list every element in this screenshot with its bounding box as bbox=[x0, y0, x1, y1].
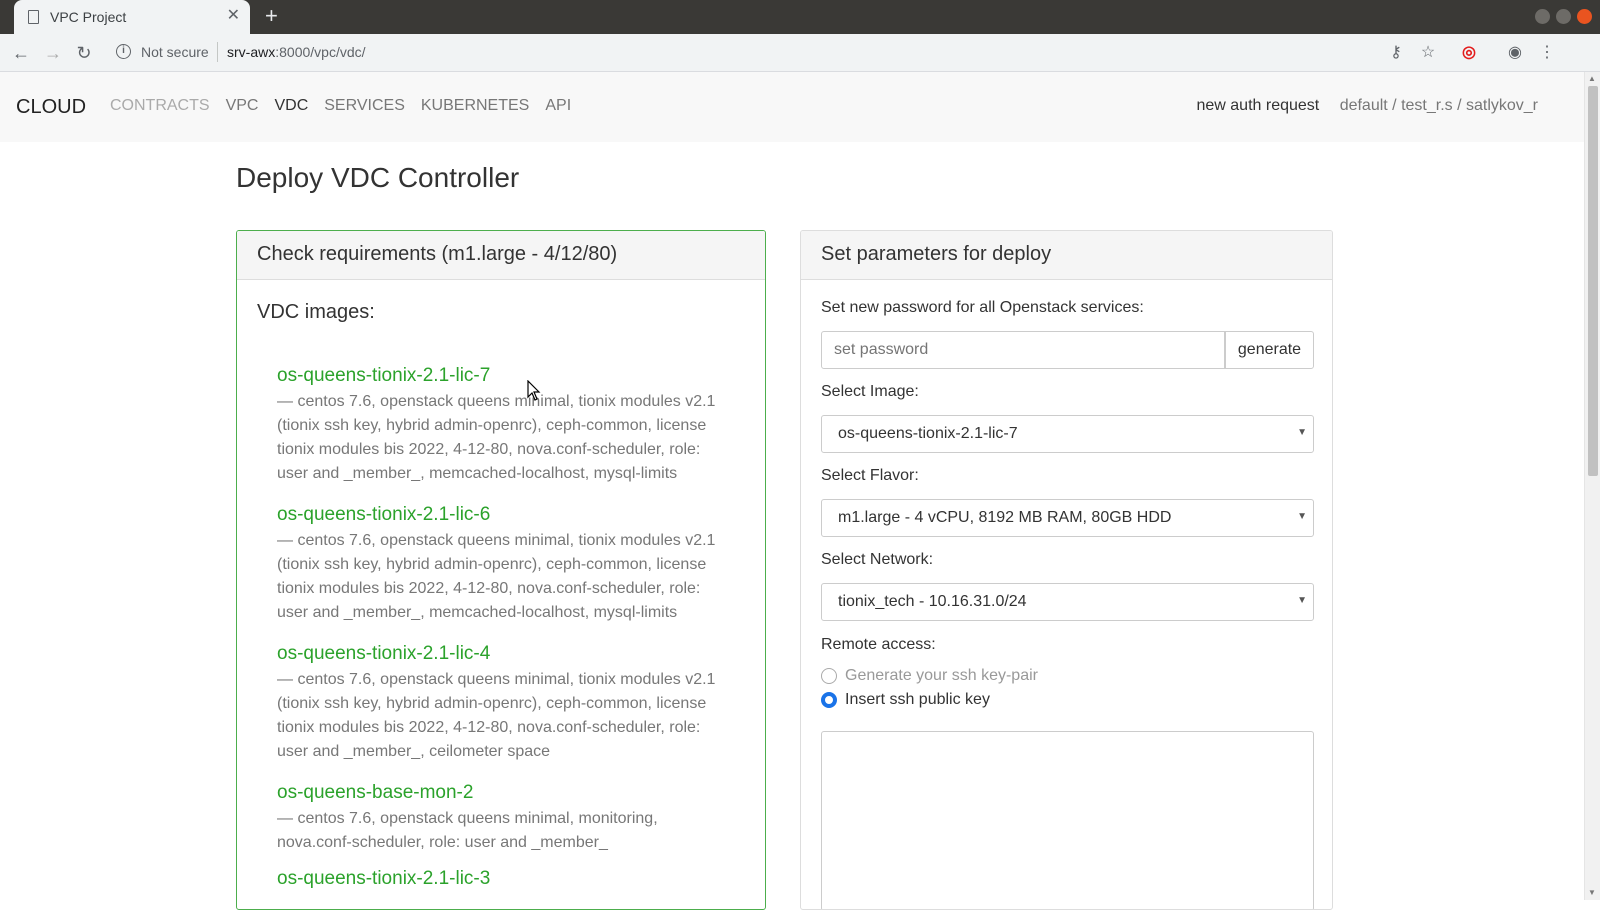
flavor-select[interactable]: m1.large - 4 vCPU, 8192 MB RAM, 80GB HDD… bbox=[821, 499, 1314, 537]
image-name-link[interactable]: os-queens-tionix-2.1-lic-6 bbox=[277, 503, 727, 527]
image-name-link[interactable]: os-queens-tionix-2.1-lic-4 bbox=[277, 642, 727, 666]
mouse-pointer-icon bbox=[527, 380, 541, 401]
radio-insert-key[interactable]: Insert ssh public key bbox=[821, 691, 990, 709]
new-auth-request-link[interactable]: new auth request bbox=[1196, 97, 1319, 114]
app-navbar: CLOUD CONTRACTS VPC VDC SERVICES KUBERNE… bbox=[0, 72, 1584, 142]
image-list-item: os-queens-tionix-2.1-lic-3 bbox=[277, 867, 727, 891]
image-select-label: Select Image: bbox=[821, 383, 919, 400]
reload-icon[interactable]: ↻ bbox=[71, 40, 97, 66]
password-label: Set new password for all Openstack servi… bbox=[821, 299, 1144, 316]
remote-access-label: Remote access: bbox=[821, 636, 936, 653]
caret-down-icon: ▼ bbox=[1297, 427, 1307, 438]
network-select-label: Select Network: bbox=[821, 551, 934, 568]
address-bar[interactable]: srv-awx:8000/vpc/vdc/ bbox=[227, 44, 366, 60]
radio-unchecked-icon[interactable] bbox=[821, 668, 837, 684]
url-path: :8000/vpc/vdc/ bbox=[275, 44, 366, 60]
requirements-panel: Check requirements (m1.large - 4/12/80) … bbox=[236, 230, 766, 910]
browser-tab-bar: VPC Project ✕ + bbox=[0, 0, 1600, 34]
image-description: — centos 7.6, openstack queens minimal, … bbox=[277, 671, 716, 760]
image-name-link[interactable]: os-queens-tionix-2.1-lic-7 bbox=[277, 364, 727, 388]
image-list-item: os-queens-base-mon-2 — centos 7.6, opens… bbox=[277, 781, 727, 855]
ssh-public-key-textarea[interactable] bbox=[821, 731, 1314, 909]
radio-insert-label: Insert ssh public key bbox=[845, 691, 990, 708]
network-select[interactable]: tionix_tech - 10.16.31.0/24 ▼ bbox=[821, 583, 1314, 621]
tab-title: VPC Project bbox=[50, 9, 127, 25]
profile-icon[interactable]: ◉ bbox=[1503, 41, 1527, 65]
radio-checked-icon[interactable] bbox=[821, 692, 837, 708]
nav-user-area: new auth request default / test_r.s / sa… bbox=[1196, 97, 1538, 115]
info-icon[interactable]: i bbox=[116, 44, 131, 59]
back-icon[interactable]: ← bbox=[8, 40, 34, 66]
caret-down-icon: ▼ bbox=[1297, 511, 1307, 522]
image-list-item: os-queens-tionix-2.1-lic-7 — centos 7.6,… bbox=[277, 364, 727, 486]
deploy-panel: Set parameters for deploy Set new passwo… bbox=[800, 230, 1333, 910]
image-description: — centos 7.6, openstack queens minimal, … bbox=[277, 532, 716, 621]
main-nav: CONTRACTS VPC VDC SERVICES KUBERNETES AP… bbox=[110, 97, 587, 115]
image-list-item: os-queens-tionix-2.1-lic-6 — centos 7.6,… bbox=[277, 503, 727, 625]
nav-api[interactable]: API bbox=[545, 97, 571, 115]
image-name-link[interactable]: os-queens-base-mon-2 bbox=[277, 781, 727, 805]
menu-icon[interactable]: ⋮ bbox=[1535, 41, 1559, 65]
user-context[interactable]: default / test_r.s / satlykov_r bbox=[1340, 97, 1538, 114]
generate-password-button[interactable]: generate bbox=[1225, 331, 1314, 369]
page-scrollbar[interactable]: ▲ ▼ bbox=[1584, 72, 1600, 900]
page-icon bbox=[28, 10, 39, 24]
flavor-select-value: m1.large - 4 vCPU, 8192 MB RAM, 80GB HDD bbox=[838, 509, 1172, 526]
image-description: — centos 7.6, openstack queens minimal, … bbox=[277, 393, 716, 482]
new-tab-icon[interactable]: + bbox=[265, 5, 278, 27]
opera-extension-icon[interactable]: ◎ bbox=[1457, 41, 1481, 65]
maximize-button[interactable] bbox=[1556, 9, 1571, 24]
tab-close-icon[interactable]: ✕ bbox=[227, 7, 240, 25]
url-host: srv-awx bbox=[227, 44, 276, 60]
forward-icon[interactable]: → bbox=[40, 40, 66, 66]
minimize-button[interactable] bbox=[1535, 9, 1550, 24]
password-input[interactable] bbox=[821, 331, 1225, 369]
radio-generate-keypair[interactable]: Generate your ssh key-pair bbox=[821, 667, 1038, 685]
deploy-heading: Set parameters for deploy bbox=[801, 231, 1332, 280]
flavor-select-label: Select Flavor: bbox=[821, 467, 919, 484]
nav-kubernetes[interactable]: KUBERNETES bbox=[421, 97, 529, 115]
image-select-value: os-queens-tionix-2.1-lic-7 bbox=[838, 425, 1018, 442]
omnibox-separator bbox=[217, 42, 218, 62]
page-title: Deploy VDC Controller bbox=[236, 162, 520, 193]
window-close-button[interactable] bbox=[1577, 9, 1592, 24]
vdc-images-title: VDC images: bbox=[257, 301, 375, 323]
window-controls bbox=[1535, 9, 1592, 24]
image-description: — centos 7.6, openstack queens minimal, … bbox=[277, 810, 658, 851]
scroll-down-icon[interactable]: ▼ bbox=[1588, 888, 1596, 897]
image-list-item: os-queens-tionix-2.1-lic-4 — centos 7.6,… bbox=[277, 642, 727, 764]
requirements-heading: Check requirements (m1.large - 4/12/80) bbox=[237, 231, 765, 280]
brand-logo[interactable]: CLOUD bbox=[16, 96, 86, 119]
nav-contracts[interactable]: CONTRACTS bbox=[110, 97, 210, 115]
nav-vpc[interactable]: VPC bbox=[226, 97, 259, 115]
scroll-up-icon[interactable]: ▲ bbox=[1588, 74, 1596, 83]
key-icon[interactable]: ⚷ bbox=[1384, 41, 1408, 65]
browser-tab[interactable]: VPC Project ✕ bbox=[14, 0, 250, 34]
star-icon[interactable]: ☆ bbox=[1416, 41, 1440, 65]
network-select-value: tionix_tech - 10.16.31.0/24 bbox=[838, 593, 1027, 610]
nav-services[interactable]: SERVICES bbox=[324, 97, 405, 115]
not-secure-label[interactable]: Not secure bbox=[141, 44, 209, 60]
image-select[interactable]: os-queens-tionix-2.1-lic-7 ▼ bbox=[821, 415, 1314, 453]
image-name-link[interactable]: os-queens-tionix-2.1-lic-3 bbox=[277, 867, 727, 891]
scroll-thumb[interactable] bbox=[1588, 86, 1598, 476]
nav-vdc[interactable]: VDC bbox=[274, 97, 308, 115]
caret-down-icon: ▼ bbox=[1297, 595, 1307, 606]
radio-generate-label: Generate your ssh key-pair bbox=[845, 667, 1038, 684]
